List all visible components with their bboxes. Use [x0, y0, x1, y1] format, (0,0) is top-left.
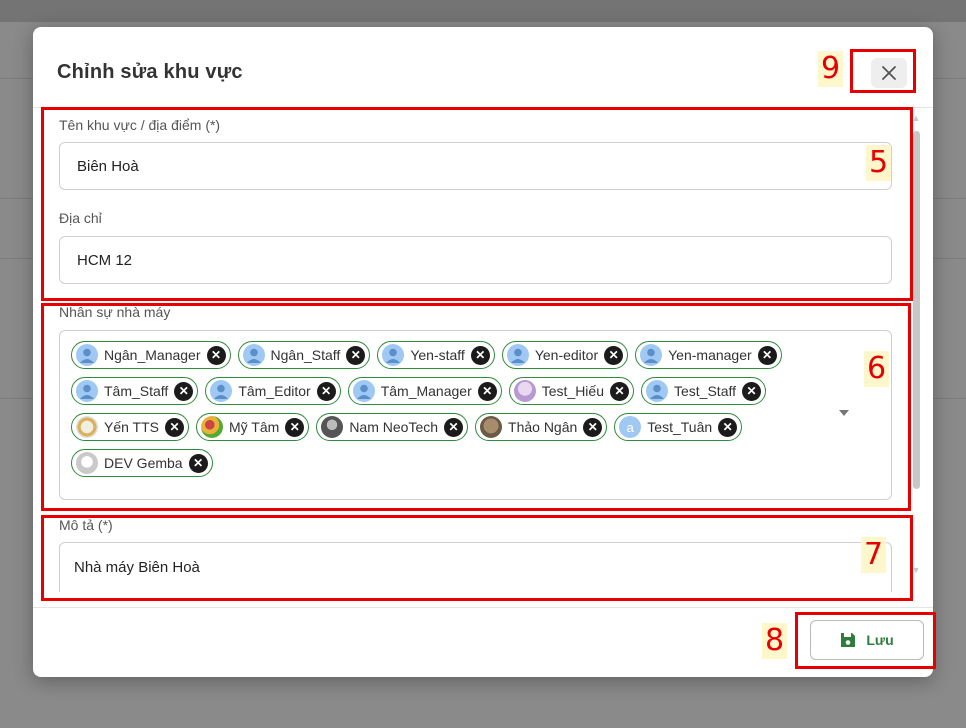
person-icon [242, 344, 265, 366]
chip-label: Thảo Ngân [508, 419, 578, 435]
close-button[interactable] [871, 58, 907, 88]
chip-label: Ngân_Manager [104, 347, 201, 363]
area-name-input[interactable]: Biên Hoà [59, 142, 892, 190]
person-icon [76, 344, 98, 366]
chip-label: Yen-staff [410, 347, 465, 363]
remove-chip-icon[interactable]: ✕ [316, 381, 336, 401]
remove-chip-icon[interactable]: ✕ [470, 345, 490, 365]
chevron-down-icon[interactable] [839, 410, 849, 416]
remove-chip-icon[interactable]: ✕ [604, 345, 624, 365]
staff-chip: Yen-manager ✕ [635, 341, 782, 369]
edit-area-dialog: Chỉnh sửa khu vực ▲ ▼ Tên khu vực / địa … [33, 27, 933, 677]
chip-label: Yen-editor [534, 347, 599, 363]
remove-chip-icon[interactable]: ✕ [477, 381, 497, 401]
staff-label: Nhân sự nhà máy [59, 304, 171, 320]
chip-label: DEV Gemba [104, 455, 183, 471]
chip-label: Tâm_Manager [380, 383, 472, 399]
staff-chip: a Test_Tuân ✕ [614, 413, 743, 441]
person-icon [352, 380, 375, 402]
description-textarea[interactable]: Nhà máy Biên Hoà [59, 542, 892, 592]
save-icon [841, 633, 856, 647]
avatar-photo [76, 416, 98, 438]
person-icon [382, 344, 405, 366]
description-value: Nhà máy Biên Hoà [74, 559, 200, 576]
address-label: Địa chỉ [59, 210, 102, 226]
chip-label: Ngân_Staff [270, 347, 341, 363]
remove-chip-icon[interactable]: ✕ [285, 417, 305, 437]
staff-chip: Test_Staff ✕ [641, 377, 767, 405]
close-icon [882, 66, 896, 80]
staff-chip: Ngân_Staff ✕ [237, 341, 371, 369]
avatar-photo [201, 416, 223, 438]
avatar-photo [513, 380, 536, 402]
chip-label: Nam NeoTech [349, 419, 439, 435]
remove-chip-icon[interactable]: ✕ [742, 381, 762, 401]
person-icon [506, 344, 529, 366]
scroll-down-arrow[interactable]: ▼ [911, 565, 921, 575]
chip-label: Yen-manager [668, 347, 752, 363]
description-label: Mô tả (*) [59, 517, 113, 533]
staff-chip: Test_Hiếu ✕ [508, 377, 634, 405]
area-name-value: Biên Hoà [77, 157, 139, 175]
avatar-photo [321, 416, 344, 438]
remove-chip-icon[interactable]: ✕ [206, 345, 226, 365]
staff-chip-list: Ngân_Manager ✕ Ngân_Staff ✕ Yen-staff ✕ … [71, 341, 831, 477]
chip-label: Tâm_Editor [238, 383, 311, 399]
save-label: Lưu [866, 632, 894, 648]
person-icon [210, 380, 233, 402]
person-icon [640, 344, 663, 366]
staff-chip: Thảo Ngân ✕ [475, 413, 608, 441]
remove-chip-icon[interactable]: ✕ [610, 381, 629, 401]
chip-label: Test_Tuân [647, 419, 713, 435]
staff-chip: Yen-staff ✕ [377, 341, 495, 369]
person-icon [76, 380, 98, 402]
annotation-number: 6 [864, 351, 890, 387]
annotation-number: 9 [818, 51, 844, 87]
annotation-number: 7 [861, 537, 887, 573]
address-value: HCM 12 [77, 251, 133, 269]
remove-chip-icon[interactable]: ✕ [757, 345, 777, 365]
staff-chip: Ngân_Manager ✕ [71, 341, 231, 369]
staff-chip: DEV Gemba ✕ [71, 449, 213, 477]
remove-chip-icon[interactable]: ✕ [174, 381, 194, 401]
avatar-photo [480, 416, 503, 438]
person-icon [646, 380, 668, 402]
remove-chip-icon[interactable]: ✕ [165, 417, 184, 437]
annotation-number: 5 [866, 145, 892, 181]
remove-chip-icon[interactable]: ✕ [583, 417, 603, 437]
chip-label: Yến TTS [104, 419, 159, 435]
staff-chip: Tâm_Staff ✕ [71, 377, 199, 405]
staff-chip: Tâm_Manager ✕ [347, 377, 502, 405]
header-divider [33, 107, 933, 108]
chip-label: Tâm_Staff [104, 383, 169, 399]
chip-label: Mỹ Tâm [229, 419, 280, 435]
annotation-number: 8 [762, 623, 788, 659]
staff-chip: Tâm_Editor ✕ [205, 377, 341, 405]
footer-divider [33, 607, 933, 608]
chip-label: Test_Staff [674, 383, 737, 399]
address-input[interactable]: HCM 12 [59, 236, 892, 284]
staff-chip: Yen-editor ✕ [501, 341, 629, 369]
dialog-title: Chỉnh sửa khu vực [57, 61, 243, 83]
staff-chip: Yến TTS ✕ [71, 413, 189, 441]
avatar-letter: a [619, 416, 642, 438]
save-button[interactable]: Lưu [810, 620, 924, 660]
staff-chip: Mỹ Tâm ✕ [196, 413, 310, 441]
background-topbar [0, 0, 966, 22]
scroll-up-arrow[interactable]: ▲ [911, 113, 921, 123]
area-name-label: Tên khu vực / địa điểm (*) [59, 117, 221, 133]
avatar-photo [76, 452, 98, 474]
remove-chip-icon[interactable]: ✕ [718, 417, 738, 437]
staff-multiselect[interactable]: Ngân_Manager ✕ Ngân_Staff ✕ Yen-staff ✕ … [59, 330, 892, 500]
remove-chip-icon[interactable]: ✕ [346, 345, 366, 365]
chip-label: Test_Hiếu [541, 383, 604, 399]
scrollbar-thumb[interactable] [913, 131, 920, 489]
staff-chip: Nam NeoTech ✕ [316, 413, 469, 441]
remove-chip-icon[interactable]: ✕ [188, 453, 208, 473]
remove-chip-icon[interactable]: ✕ [444, 417, 464, 437]
